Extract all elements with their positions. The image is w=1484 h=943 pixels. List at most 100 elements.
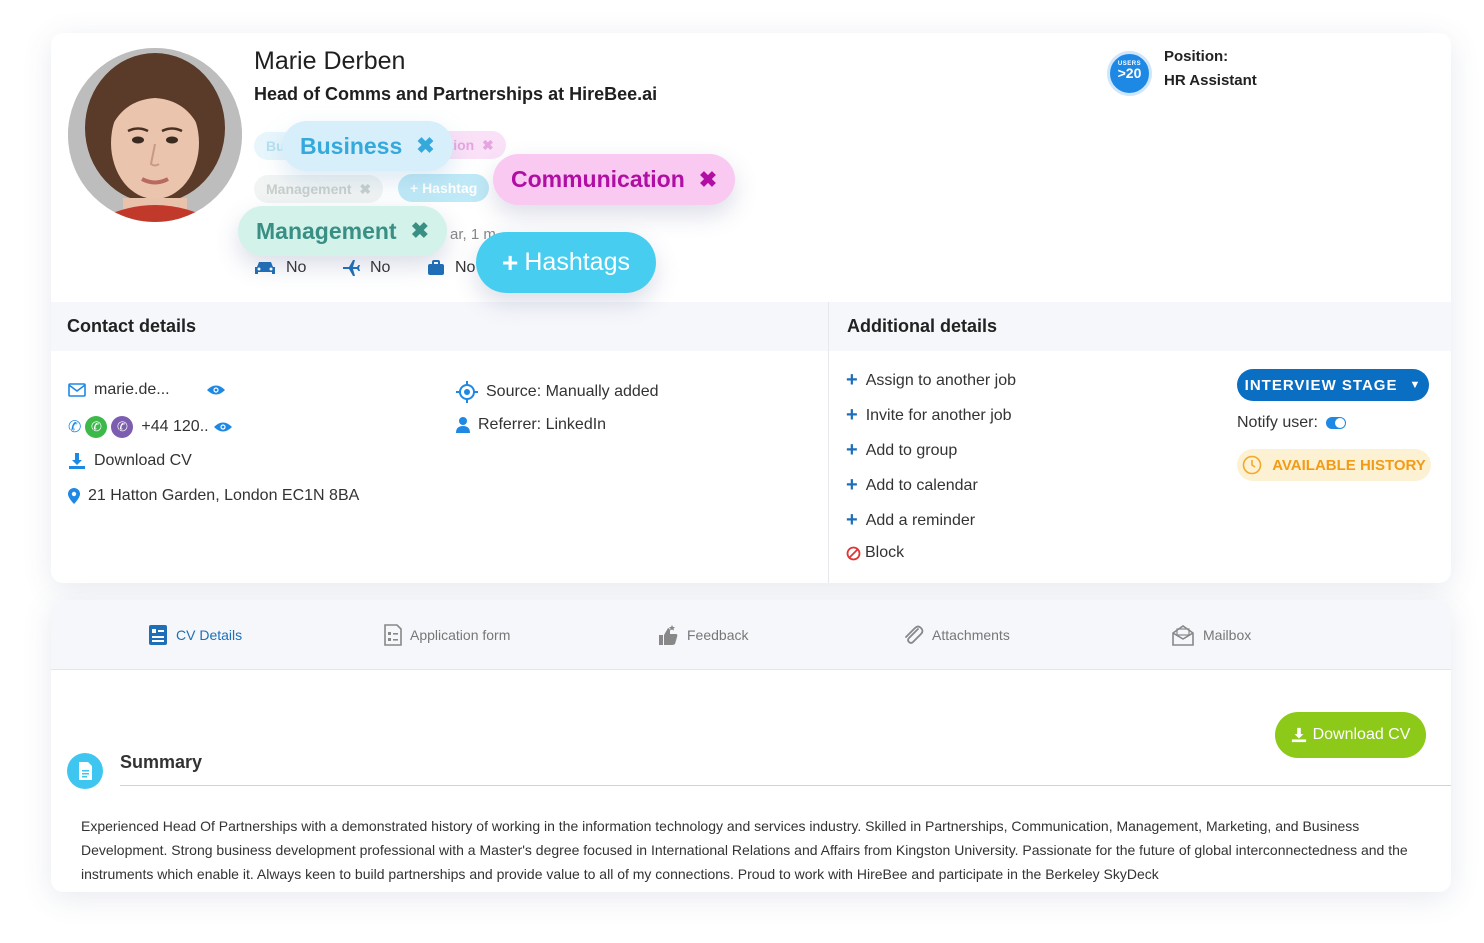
thumbs-up-icon bbox=[659, 625, 678, 645]
tab-attachments[interactable]: Attachments bbox=[902, 624, 1010, 646]
users-badge-icon: USERS >20 bbox=[1107, 51, 1152, 96]
summary-title: Summary bbox=[120, 752, 203, 772]
tab-label: Attachments bbox=[932, 627, 1010, 643]
tab-bar: CV Details Application form Feedback Att… bbox=[51, 600, 1451, 670]
download-cv-label: Download CV bbox=[1312, 726, 1411, 743]
interview-stage-dropdown[interactable]: INTERVIEW STAGE ▼ bbox=[1237, 369, 1429, 401]
available-history-button[interactable]: AVAILABLE HISTORY bbox=[1237, 449, 1431, 481]
notify-label: Notify user: bbox=[1237, 414, 1318, 431]
plus-icon: + bbox=[502, 246, 519, 278]
contact-details-heading: Contact details bbox=[51, 302, 828, 351]
location-pin-icon bbox=[68, 488, 80, 504]
caret-down-icon: ▼ bbox=[1409, 379, 1422, 391]
faded-tag-label: + Hashtag bbox=[410, 180, 478, 196]
action-invite[interactable]: + Invite for another job bbox=[846, 404, 1012, 427]
additional-heading-text: Additional details bbox=[847, 316, 998, 336]
action-label: Assign to another job bbox=[865, 371, 1017, 389]
meta-car-value: No bbox=[286, 259, 307, 276]
additional-details-heading: Additional details bbox=[829, 302, 1451, 351]
tab-mailbox[interactable]: Mailbox bbox=[1171, 624, 1251, 646]
faded-tag-management: Management ✖ bbox=[254, 175, 384, 203]
viber-icon[interactable]: ✆ bbox=[111, 416, 134, 438]
tag-management[interactable]: Management ✖ bbox=[238, 206, 448, 256]
referrer-row: Referrer: LinkedIn bbox=[456, 416, 606, 434]
tab-label: Application form bbox=[410, 627, 511, 643]
action-label: Add a reminder bbox=[865, 511, 976, 529]
plus-icon: + bbox=[846, 369, 858, 391]
hashtags-add-button[interactable]: + Hashtags bbox=[476, 232, 656, 293]
document-icon bbox=[67, 753, 103, 789]
eye-icon[interactable] bbox=[213, 421, 233, 433]
tab-feedback[interactable]: Feedback bbox=[657, 624, 748, 646]
action-block[interactable]: Block bbox=[846, 544, 904, 562]
faded-tag-label: Management bbox=[266, 181, 352, 197]
summary-text: Experienced Head Of Partnerships with a … bbox=[81, 818, 1408, 882]
tab-application-form[interactable]: Application form bbox=[384, 624, 510, 646]
address-row: 21 Hatton Garden, London EC1N 8BA bbox=[68, 487, 359, 505]
action-label: Invite for another job bbox=[865, 406, 1012, 424]
address-value: 21 Hatton Garden, London EC1N 8BA bbox=[88, 487, 360, 504]
notify-toggle[interactable] bbox=[1325, 417, 1346, 429]
tab-label: Feedback bbox=[687, 627, 749, 643]
tag-business[interactable]: Business ✖ bbox=[282, 121, 453, 171]
tag-label: Communication bbox=[511, 166, 685, 192]
plus-icon: + bbox=[846, 509, 858, 531]
block-label: Block bbox=[865, 544, 905, 561]
briefcase-icon bbox=[428, 260, 444, 275]
action-add-calendar[interactable]: + Add to calendar bbox=[846, 474, 978, 497]
close-icon[interactable]: ✖ bbox=[411, 218, 429, 244]
eye-icon[interactable] bbox=[206, 384, 226, 396]
stage-label: INTERVIEW STAGE bbox=[1244, 376, 1398, 394]
meta-travel: No bbox=[342, 259, 390, 277]
action-label: Add to calendar bbox=[865, 476, 978, 494]
meta-car: No bbox=[254, 259, 306, 277]
action-label: Add to group bbox=[865, 441, 958, 459]
mailbox-icon bbox=[1172, 625, 1194, 646]
action-add-group[interactable]: + Add to group bbox=[846, 439, 957, 462]
notify-row: Notify user: bbox=[1237, 414, 1346, 432]
summary-divider bbox=[120, 785, 1451, 786]
action-add-reminder[interactable]: + Add a reminder bbox=[846, 509, 975, 532]
source-row: Source: Manually added bbox=[456, 381, 659, 403]
form-icon bbox=[384, 624, 402, 646]
target-icon bbox=[456, 381, 478, 403]
faded-tag-hashtags: + Hashtag bbox=[398, 174, 490, 202]
tag-communication[interactable]: Communication ✖ bbox=[493, 154, 736, 205]
phone-row: ✆ ✆ ✆ +44 120.. bbox=[68, 416, 233, 438]
id-card-icon bbox=[149, 625, 167, 645]
tag-label: Management bbox=[256, 217, 397, 244]
plus-icon: + bbox=[846, 439, 858, 461]
users-badge-value: >20 bbox=[1117, 65, 1142, 81]
position-label: Position: bbox=[1164, 48, 1229, 65]
action-assign[interactable]: + Assign to another job bbox=[846, 369, 1016, 392]
clock-icon bbox=[1242, 455, 1262, 475]
tag-label: Business bbox=[300, 132, 403, 159]
tab-label: Mailbox bbox=[1203, 627, 1252, 643]
plane-icon bbox=[343, 260, 360, 276]
close-icon[interactable]: ✖ bbox=[699, 167, 717, 193]
position-value: HR Assistant bbox=[1164, 72, 1257, 89]
email-value[interactable]: marie.de... bbox=[94, 381, 170, 399]
paperclip-icon bbox=[905, 625, 924, 644]
phone-value[interactable]: +44 120.. bbox=[141, 418, 208, 436]
block-icon bbox=[846, 546, 861, 560]
candidate-card: Marie Derben Head of Comms and Partnersh… bbox=[51, 33, 1451, 583]
referrer-value: Referrer: LinkedIn bbox=[478, 416, 607, 433]
avatar bbox=[68, 48, 242, 222]
meta-work: No bbox=[427, 259, 475, 277]
whatsapp-icon[interactable]: ✆ bbox=[85, 416, 108, 438]
close-icon[interactable]: ✖ bbox=[416, 133, 434, 159]
user-icon bbox=[456, 417, 470, 433]
download-cv-link[interactable]: Download CV bbox=[94, 452, 192, 470]
download-cv-row[interactable]: Download CV bbox=[68, 452, 192, 470]
phone-icon[interactable]: ✆ bbox=[68, 417, 81, 437]
tag-label: Hashtags bbox=[524, 248, 630, 276]
email-row: marie.de... bbox=[68, 381, 226, 399]
car-icon bbox=[255, 262, 275, 274]
email-icon bbox=[68, 383, 86, 397]
download-cv-button[interactable]: Download CV bbox=[1275, 712, 1426, 758]
download-icon bbox=[69, 453, 85, 469]
plus-icon: + bbox=[846, 474, 858, 496]
plus-icon: + bbox=[846, 404, 858, 426]
tab-cv-details[interactable]: CV Details bbox=[148, 624, 242, 646]
